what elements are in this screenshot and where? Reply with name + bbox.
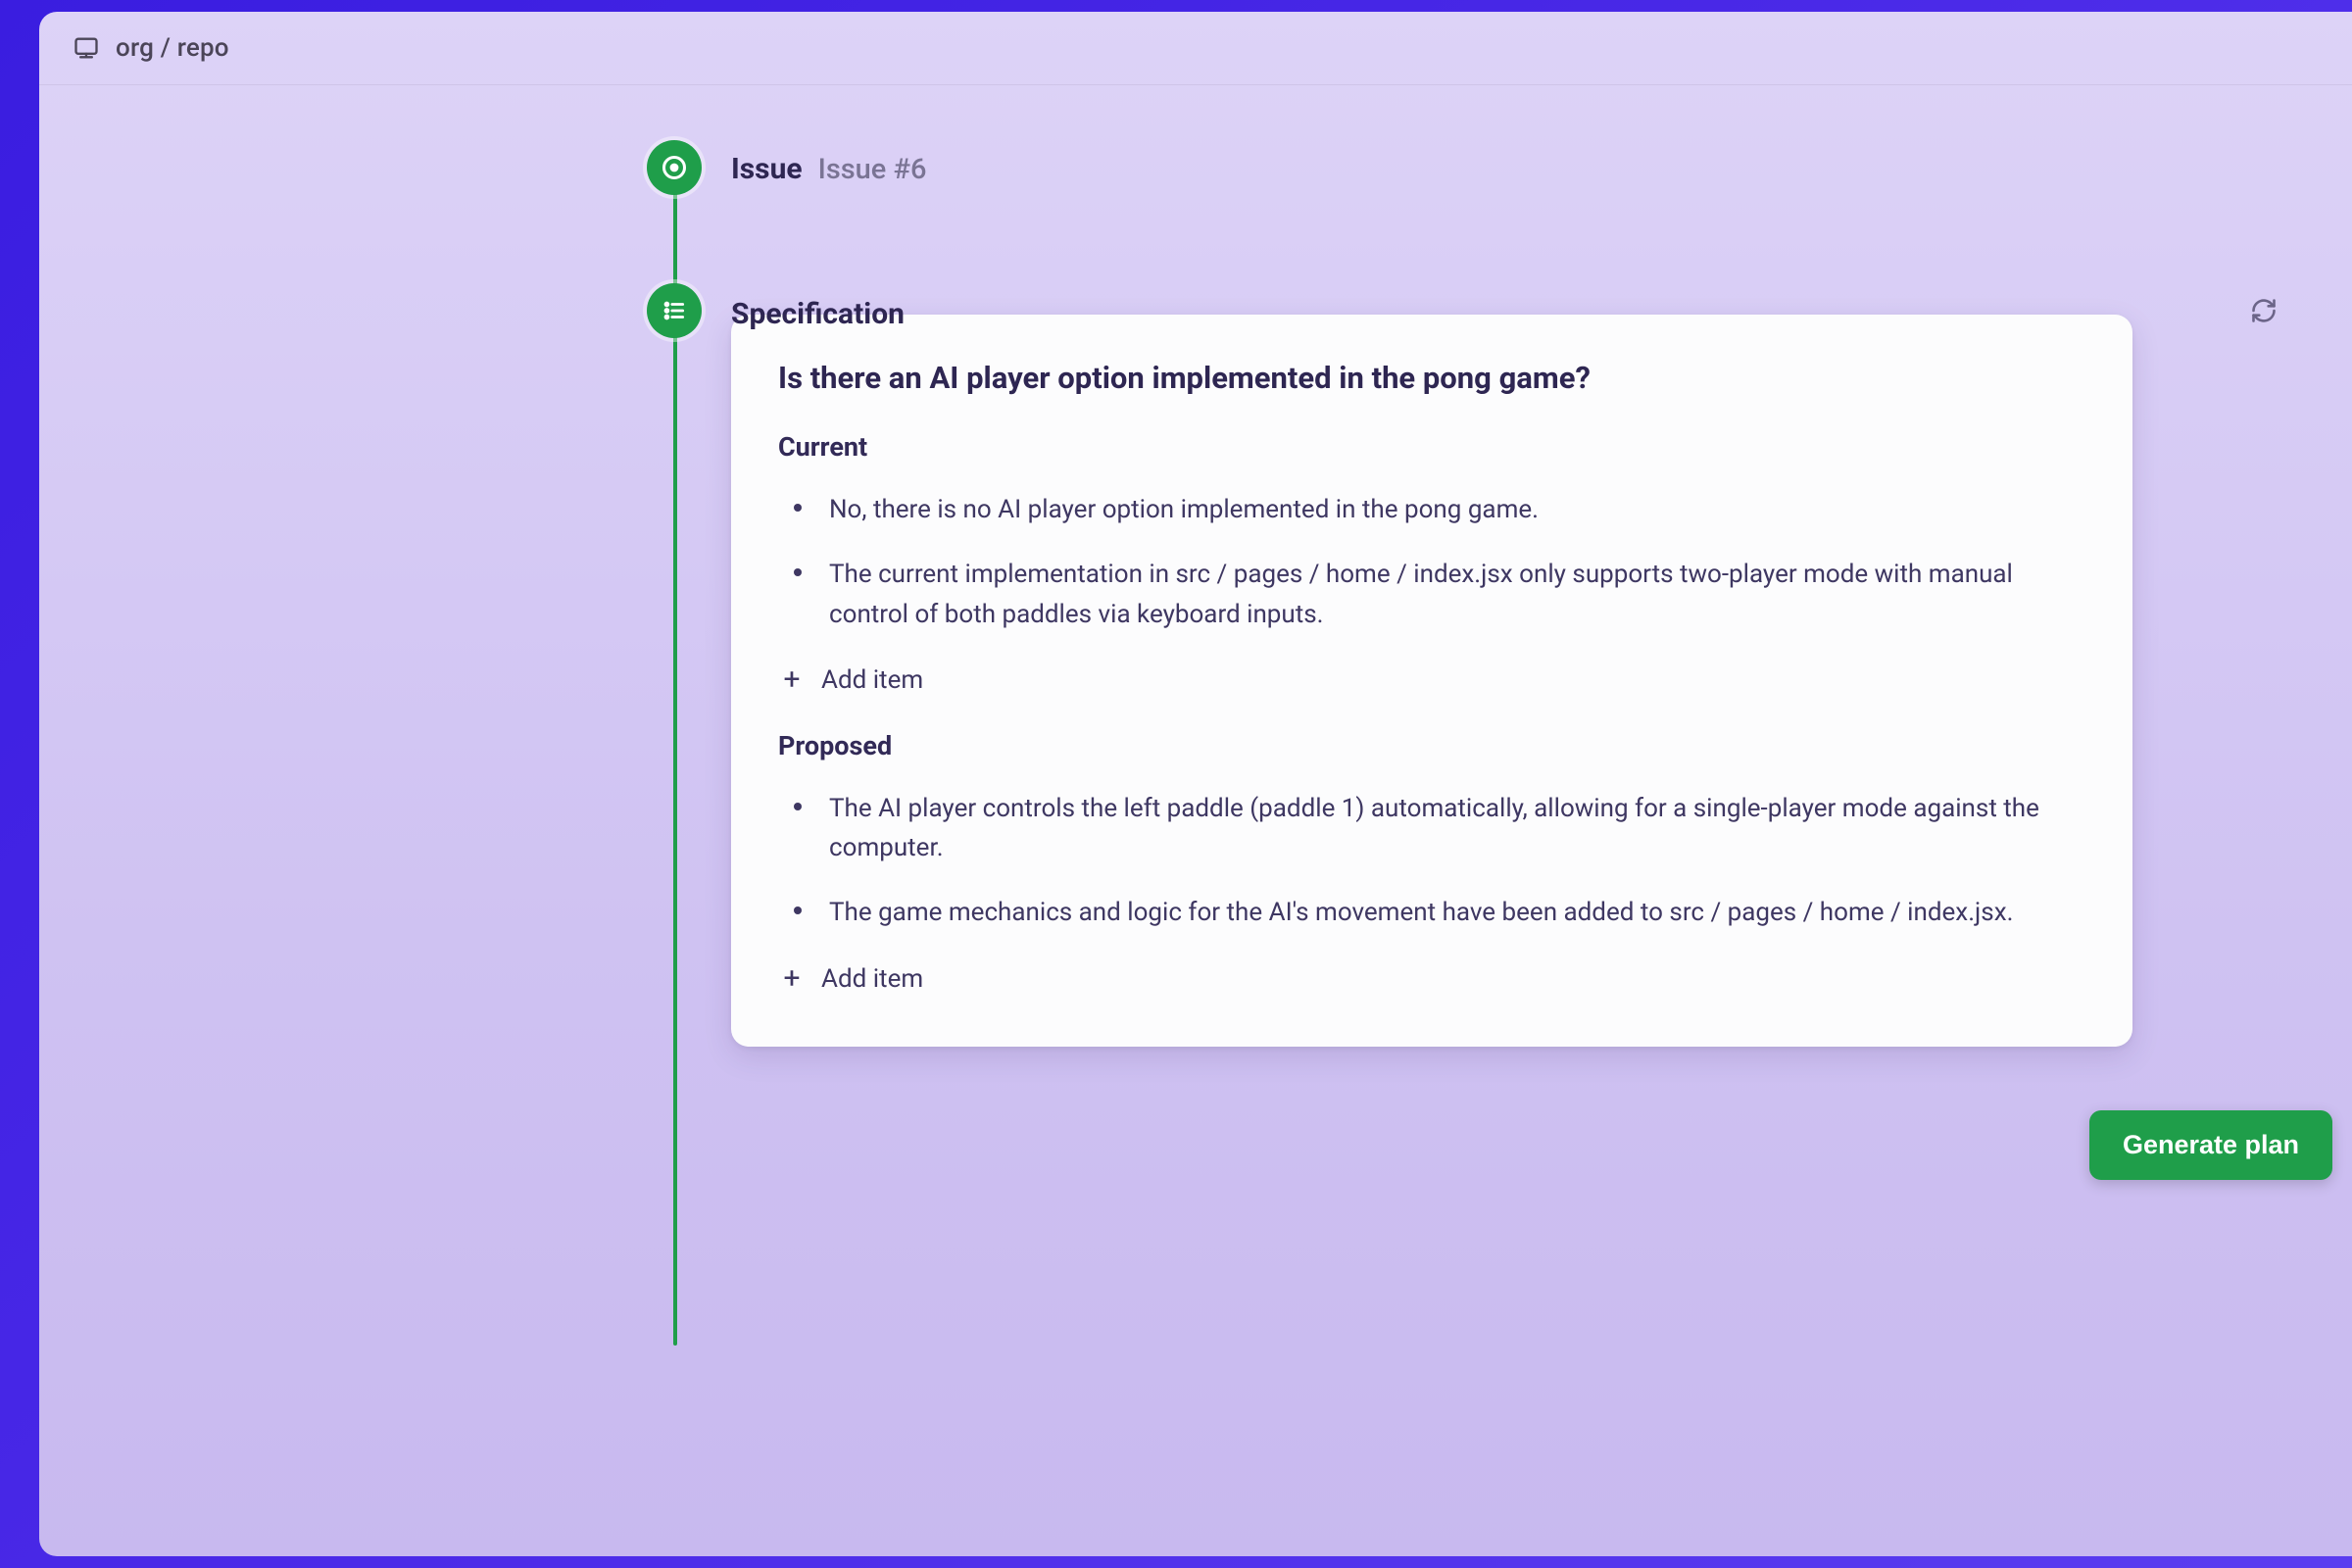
spec-card: Is there an AI player option implemented… — [731, 315, 2132, 1047]
spec-badge — [647, 283, 702, 338]
add-item-label: Add item — [821, 665, 923, 695]
spec-question: Is there an AI player option implemented… — [778, 360, 2085, 396]
add-current-item[interactable]: + Add item — [778, 660, 2085, 701]
list-icon — [662, 298, 687, 323]
plus-icon: + — [780, 964, 804, 994]
content-area: Issue Issue #6 — [39, 85, 2352, 1203]
list-item[interactable]: The current implementation in src / page… — [784, 555, 2085, 634]
breadcrumb[interactable]: org / repo — [116, 33, 229, 63]
topbar: org / repo — [39, 12, 2352, 85]
timeline-line — [673, 170, 677, 1346]
add-item-label: Add item — [821, 964, 923, 994]
step-issue: Issue Issue #6 — [647, 140, 2293, 195]
proposed-title: Proposed — [778, 730, 2085, 761]
step-spec: Specification — [647, 283, 2293, 338]
app-window: org / repo Issue Issue #6 — [39, 12, 2352, 1556]
add-proposed-item[interactable]: + Add item — [778, 958, 2085, 1000]
list-item[interactable]: The AI player controls the left paddle (… — [784, 789, 2085, 868]
list-item[interactable]: The game mechanics and logic for the AI'… — [784, 893, 2085, 932]
target-icon — [661, 154, 688, 181]
current-list: No, there is no AI player option impleme… — [784, 490, 2085, 634]
step-spec-head: Specification — [731, 285, 905, 331]
current-title: Current — [778, 431, 2085, 463]
refresh-icon — [2250, 297, 2278, 328]
step-spec-title: Specification — [731, 297, 905, 331]
refresh-button[interactable] — [2244, 293, 2283, 332]
step-issue-head: Issue Issue #6 — [731, 140, 927, 186]
timeline: Issue Issue #6 — [647, 140, 2293, 1047]
issue-badge — [647, 140, 702, 195]
list-item[interactable]: No, there is no AI player option impleme… — [784, 490, 2085, 529]
step-issue-title: Issue — [731, 152, 803, 186]
step-issue-subtitle: Issue #6 — [818, 153, 927, 186]
generate-plan-button[interactable]: Generate plan — [2089, 1110, 2332, 1180]
plus-icon: + — [780, 665, 804, 695]
repo-icon — [73, 34, 100, 62]
proposed-list: The AI player controls the left paddle (… — [784, 789, 2085, 933]
